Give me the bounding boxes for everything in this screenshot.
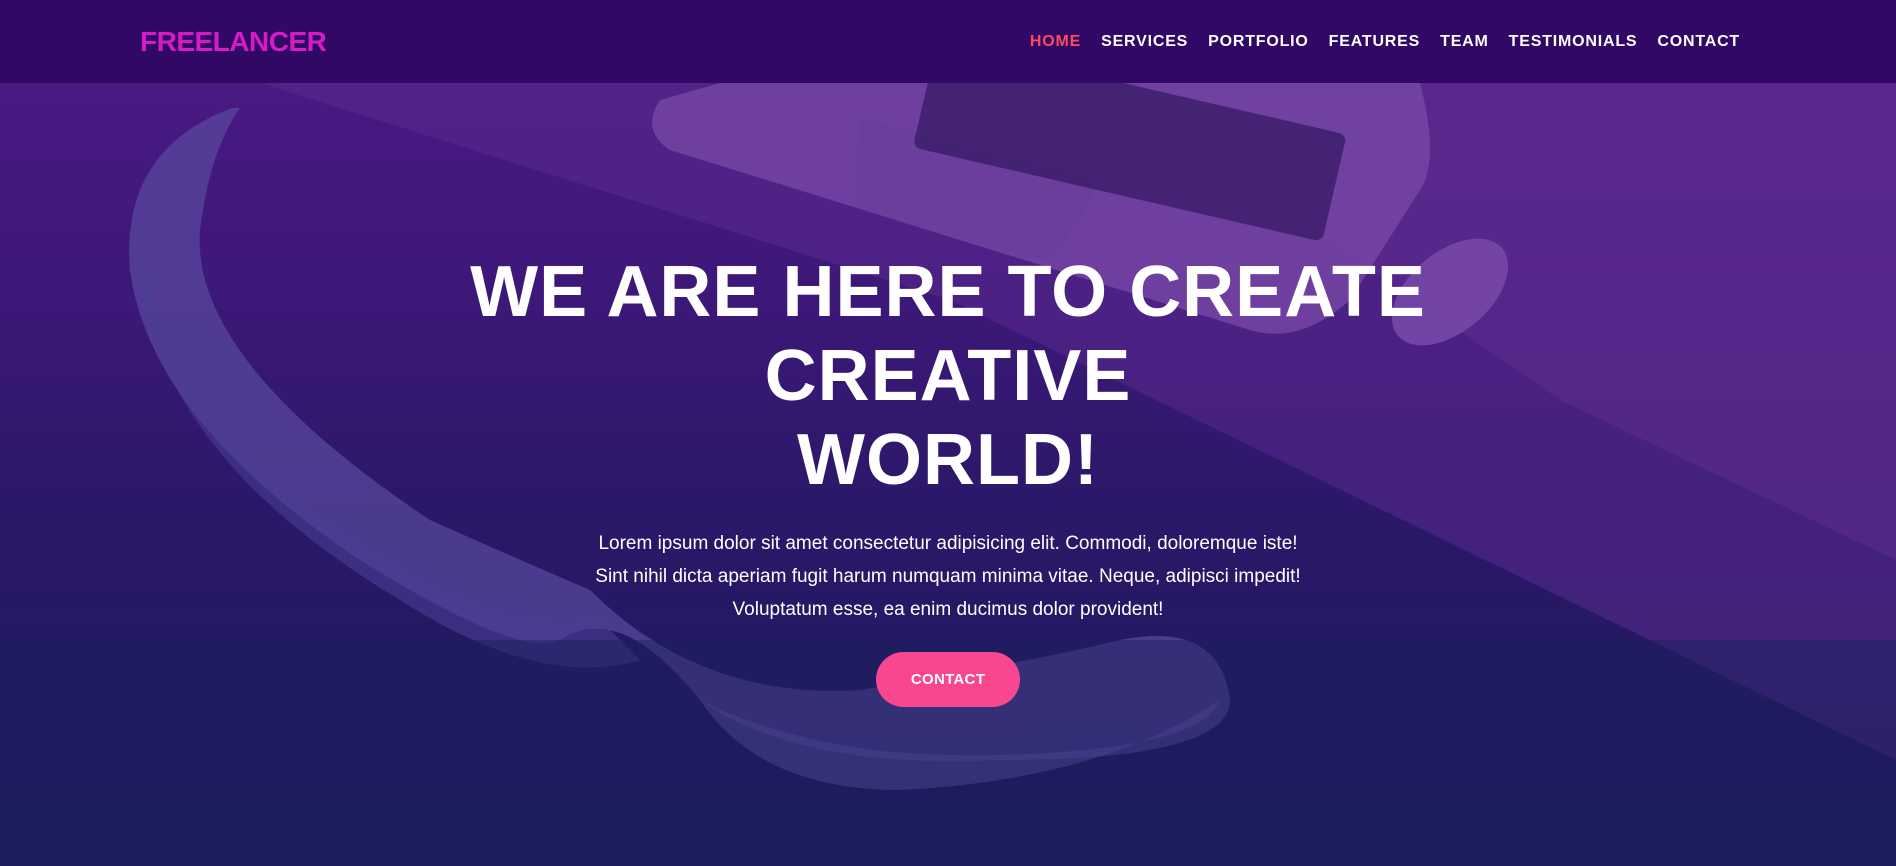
- brand-logo[interactable]: FREELANCER: [140, 26, 327, 58]
- nav-link-features[interactable]: FEATURES: [1319, 33, 1430, 51]
- nav-link-services[interactable]: SERVICES: [1091, 33, 1198, 51]
- hero-contact-button[interactable]: CONTACT: [876, 652, 1020, 707]
- hero-text-line-3: Voluptatum esse, ea enim ducimus dolor p…: [732, 599, 1164, 620]
- nav-item-features: FEATURES: [1319, 33, 1430, 51]
- nav-item-contact: CONTACT: [1647, 33, 1750, 51]
- main-nav: HOME SERVICES PORTFOLIO FEATURES TEAM TE…: [1020, 33, 1750, 51]
- nav-item-team: TEAM: [1430, 33, 1499, 51]
- hero-section: WE ARE HERE TO CREATE CREATIVE WORLD! Lo…: [0, 250, 1896, 707]
- nav-item-services: SERVICES: [1091, 33, 1198, 51]
- page: FREELANCER HOME SERVICES PORTFOLIO FEATU…: [0, 0, 1896, 866]
- nav-link-testimonials[interactable]: TESTIMONIALS: [1499, 33, 1648, 51]
- nav-link-team[interactable]: TEAM: [1430, 33, 1499, 51]
- nav-item-testimonials: TESTIMONIALS: [1499, 33, 1648, 51]
- hero-description: Lorem ipsum dolor sit amet consectetur a…: [568, 527, 1328, 626]
- hero-title: WE ARE HERE TO CREATE CREATIVE WORLD!: [298, 250, 1598, 502]
- nav-link-portfolio[interactable]: PORTFOLIO: [1198, 33, 1319, 51]
- navbar: FREELANCER HOME SERVICES PORTFOLIO FEATU…: [0, 0, 1896, 83]
- nav-link-home[interactable]: HOME: [1020, 33, 1091, 51]
- nav-link-contact[interactable]: CONTACT: [1647, 33, 1750, 51]
- hero-title-line-2: WORLD!: [797, 420, 1099, 500]
- hero-text-line-1: Lorem ipsum dolor sit amet consectetur a…: [598, 533, 1298, 554]
- nav-item-portfolio: PORTFOLIO: [1198, 33, 1319, 51]
- hero-text-line-2: Sint nihil dicta aperiam fugit harum num…: [595, 566, 1301, 587]
- hero-title-line-1: WE ARE HERE TO CREATE CREATIVE: [470, 252, 1426, 416]
- nav-item-home: HOME: [1020, 33, 1091, 51]
